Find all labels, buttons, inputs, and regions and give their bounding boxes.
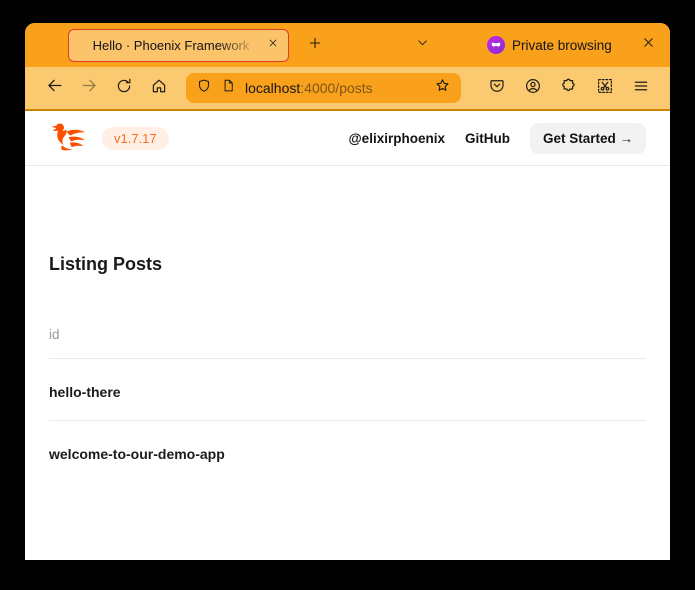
active-tab[interactable]: Hello · Phoenix Framework (68, 29, 289, 62)
posts-table: id hello-there welcome-to-our-demo-app (49, 275, 646, 482)
pocket-button[interactable] (484, 75, 510, 101)
phoenix-logo-icon[interactable] (49, 121, 89, 156)
version-badge: v1.7.17 (102, 127, 169, 150)
private-browsing-label: Private browsing (512, 38, 612, 53)
window-close-button[interactable] (635, 32, 661, 58)
navigation-toolbar: localhost:4000/posts (25, 67, 670, 111)
hamburger-icon (632, 77, 650, 100)
menu-button[interactable] (628, 75, 654, 101)
page-title: Listing Posts (49, 254, 646, 275)
back-button[interactable] (41, 75, 67, 101)
bookmark-star-icon[interactable] (434, 77, 451, 99)
home-button[interactable] (146, 75, 172, 101)
tab-bar: Hello · Phoenix Framework Pri (25, 23, 670, 67)
scissors-icon (596, 77, 614, 100)
page-info-icon[interactable] (221, 78, 236, 98)
toolbar-right-icons (474, 75, 654, 101)
url-host: localhost (245, 80, 300, 96)
extensions-button[interactable] (556, 75, 582, 101)
table-row[interactable]: welcome-to-our-demo-app (49, 421, 646, 483)
tab-title: Hello · Phoenix Framework (79, 38, 263, 53)
puzzle-icon (560, 77, 578, 100)
page-content: v1.7.17 @elixirphoenix GitHub Get Starte… (25, 111, 670, 560)
column-header-id: id (49, 275, 646, 359)
close-icon (641, 35, 656, 55)
url-text[interactable]: localhost:4000/posts (245, 80, 425, 96)
pocket-icon (488, 77, 506, 100)
reload-icon (115, 77, 133, 100)
link-github[interactable]: GitHub (465, 131, 510, 146)
close-icon (267, 36, 279, 54)
address-bar[interactable]: localhost:4000/posts (186, 73, 461, 103)
arrow-right-icon (80, 76, 99, 100)
new-tab-button[interactable] (302, 32, 328, 58)
post-id-cell[interactable]: welcome-to-our-demo-app (49, 421, 646, 483)
table-row[interactable]: hello-there (49, 359, 646, 421)
screenshot-button[interactable] (592, 75, 618, 101)
tab-close-button[interactable] (263, 35, 283, 55)
post-id-cell[interactable]: hello-there (49, 359, 646, 421)
home-icon (150, 77, 168, 100)
header-nav: @elixirphoenix GitHub Get Started → (349, 123, 646, 154)
main-area: Listing Posts id hello-there welcome-to-… (25, 254, 670, 482)
mask-icon (487, 36, 505, 54)
forward-button[interactable] (76, 75, 102, 101)
account-icon (524, 77, 542, 100)
browser-window: Hello · Phoenix Framework Pri (25, 23, 670, 560)
arrow-left-icon (45, 76, 64, 100)
site-header: v1.7.17 @elixirphoenix GitHub Get Starte… (25, 111, 670, 166)
reload-button[interactable] (111, 75, 137, 101)
private-browsing-indicator: Private browsing (487, 36, 612, 54)
chevron-down-icon (415, 35, 430, 55)
link-elixirphoenix[interactable]: @elixirphoenix (349, 131, 445, 146)
shield-icon[interactable] (196, 78, 212, 99)
get-started-button[interactable]: Get Started → (530, 123, 646, 154)
list-all-tabs-button[interactable] (409, 32, 435, 58)
account-button[interactable] (520, 75, 546, 101)
url-path: :4000/posts (300, 80, 372, 96)
plus-icon (307, 35, 323, 56)
